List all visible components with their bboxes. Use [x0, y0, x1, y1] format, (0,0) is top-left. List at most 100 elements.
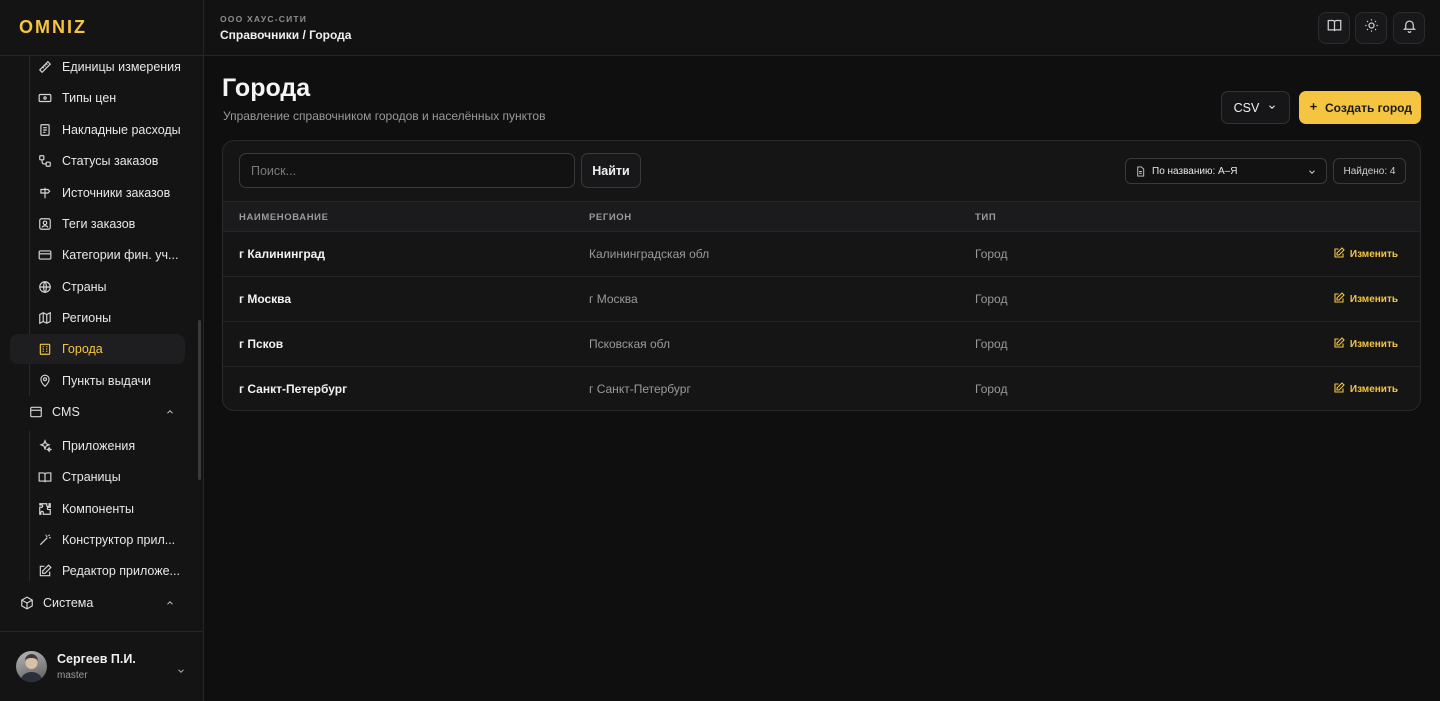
- page-title: Города: [222, 74, 311, 102]
- logo[interactable]: OMNIZ: [0, 0, 203, 56]
- chevron-up-icon: [165, 597, 175, 611]
- theme-toggle-button[interactable]: [1355, 12, 1387, 44]
- edit-icon: [1333, 292, 1345, 307]
- column-header-type: ТИП: [975, 212, 997, 223]
- map-icon: [37, 310, 53, 326]
- user-menu[interactable]: Сергеев П.И. master: [0, 631, 203, 701]
- edit-label: Изменить: [1349, 294, 1398, 305]
- edit-label: Изменить: [1349, 249, 1398, 260]
- book-icon: [37, 469, 53, 485]
- table-header: НАИМЕНОВАНИЕ РЕГИОН ТИП: [223, 201, 1420, 232]
- sidebar-item-label: Страны: [62, 280, 107, 294]
- sidebar-item-overheads[interactable]: Накладные расходы: [10, 115, 185, 145]
- sidebar-item-label: Теги заказов: [62, 217, 136, 231]
- sidebar-item-components[interactable]: Компоненты: [10, 494, 185, 524]
- sidebar-item-app-builder[interactable]: Конструктор прил...: [10, 525, 185, 555]
- edit-label: Изменить: [1349, 384, 1398, 395]
- box-icon: [19, 595, 35, 611]
- sidebar-item-apps[interactable]: Приложения: [10, 431, 185, 461]
- edit-button[interactable]: Изменить: [1333, 292, 1398, 307]
- sidebar-item-label: Накладные расходы: [62, 123, 181, 137]
- browser-icon: [28, 404, 44, 420]
- org-name: ООО ХАУС-СИТИ: [220, 14, 308, 24]
- sidebar-item-order-statuses[interactable]: Статусы заказов: [10, 146, 185, 176]
- svg-text:OMNIZ: OMNIZ: [19, 19, 87, 35]
- signpost-icon: [37, 185, 53, 201]
- sidebar: OMNIZ Единицы измерения Типы цен Накладн…: [0, 0, 204, 701]
- sidebar-group-system[interactable]: Система: [10, 588, 185, 618]
- plus-icon: [1308, 101, 1319, 115]
- cell-name: г Санкт-Петербург: [239, 382, 348, 396]
- page-subtitle: Управление справочником городов и населё…: [223, 109, 546, 123]
- cell-type: Город: [975, 292, 1008, 306]
- edit-icon: [37, 563, 53, 579]
- notifications-button[interactable]: [1393, 12, 1425, 44]
- sidebar-item-label: Страницы: [62, 470, 121, 484]
- sidebar-item-countries[interactable]: Страны: [10, 272, 185, 302]
- sidebar-item-label: Конструктор прил...: [62, 533, 176, 547]
- user-role: master: [57, 670, 88, 681]
- edit-label: Изменить: [1349, 339, 1398, 350]
- sidebar-item-price-types[interactable]: Типы цен: [10, 83, 185, 113]
- sort-select[interactable]: По названию: А–Я: [1125, 158, 1327, 184]
- omniz-logo: OMNIZ: [19, 19, 87, 35]
- cell-region: г Москва: [589, 292, 638, 306]
- chevron-up-icon: [165, 406, 175, 420]
- sidebar-item-order-sources[interactable]: Источники заказов: [10, 178, 185, 208]
- receipt-icon: [37, 122, 53, 138]
- sidebar-item-fin-categories[interactable]: Категории фин. уч...: [10, 240, 185, 270]
- sidebar-item-label: Компоненты: [62, 502, 135, 516]
- avatar: [16, 651, 47, 682]
- sidebar-item-label: Типы цен: [62, 91, 117, 105]
- edit-icon: [1333, 337, 1345, 352]
- banknote-icon: [37, 90, 53, 106]
- table-row[interactable]: г Калининград Калининградская обл Город …: [223, 232, 1420, 277]
- csv-label: CSV: [1233, 100, 1260, 115]
- sidebar-nav: Единицы измерения Типы цен Накладные рас…: [0, 56, 203, 631]
- sidebar-item-app-editor[interactable]: Редактор приложе...: [10, 556, 185, 586]
- find-button[interactable]: Найти: [581, 153, 641, 188]
- sidebar-group-cms[interactable]: CMS: [10, 397, 185, 427]
- edit-button[interactable]: Изменить: [1333, 247, 1398, 262]
- sidebar-scrollbar[interactable]: [198, 320, 201, 480]
- cell-type: Город: [975, 337, 1008, 351]
- sun-icon: [1364, 18, 1379, 38]
- sidebar-item-order-tags[interactable]: Теги заказов: [10, 209, 185, 239]
- sidebar-item-cities[interactable]: Города: [10, 334, 185, 364]
- sidebar-item-units[interactable]: Единицы измерения: [10, 56, 185, 82]
- sidebar-item-label: Категории фин. уч...: [62, 248, 179, 262]
- table-row[interactable]: г Москва г Москва Город Изменить: [223, 277, 1420, 322]
- create-label: Создать город: [1325, 100, 1412, 115]
- sidebar-item-regions[interactable]: Регионы: [10, 303, 185, 333]
- table-row[interactable]: г Псков Псковская обл Город Изменить: [223, 322, 1420, 367]
- sidebar-item-label: Пункты выдачи: [62, 374, 152, 388]
- globe-icon: [37, 279, 53, 295]
- sidebar-group-label: CMS: [52, 405, 80, 419]
- table-row[interactable]: г Санкт-Петербург г Санкт-Петербург Горо…: [223, 367, 1420, 410]
- edit-button[interactable]: Изменить: [1333, 337, 1398, 352]
- breadcrumb: Справочники / Города: [220, 28, 352, 42]
- book-open-icon: [1327, 18, 1342, 38]
- search-input[interactable]: [239, 153, 575, 188]
- csv-button[interactable]: CSV: [1221, 91, 1290, 124]
- sidebar-item-pages[interactable]: Страницы: [10, 462, 185, 492]
- cell-name: г Москва: [239, 292, 292, 306]
- chevron-down-icon: [1307, 167, 1317, 180]
- sidebar-group-label: Система: [43, 596, 94, 610]
- sidebar-item-label: Регионы: [62, 311, 112, 325]
- create-city-button[interactable]: Создать город: [1299, 91, 1421, 124]
- sidebar-item-pickup-points[interactable]: Пункты выдачи: [10, 366, 185, 396]
- found-count-badge: Найдено: 4: [1333, 158, 1406, 184]
- cell-region: Псковская обл: [589, 337, 670, 351]
- puzzle-icon: [37, 501, 53, 517]
- workflow-icon: [37, 153, 53, 169]
- file-icon: [1135, 165, 1146, 177]
- docs-button[interactable]: [1318, 12, 1350, 44]
- map-pin-icon: [37, 373, 53, 389]
- cell-type: Город: [975, 382, 1008, 396]
- edit-button[interactable]: Изменить: [1333, 382, 1398, 397]
- sidebar-item-label: Города: [62, 342, 103, 356]
- cell-name: г Псков: [239, 337, 284, 351]
- bell-icon: [1402, 18, 1417, 38]
- chevron-down-icon: [176, 663, 186, 681]
